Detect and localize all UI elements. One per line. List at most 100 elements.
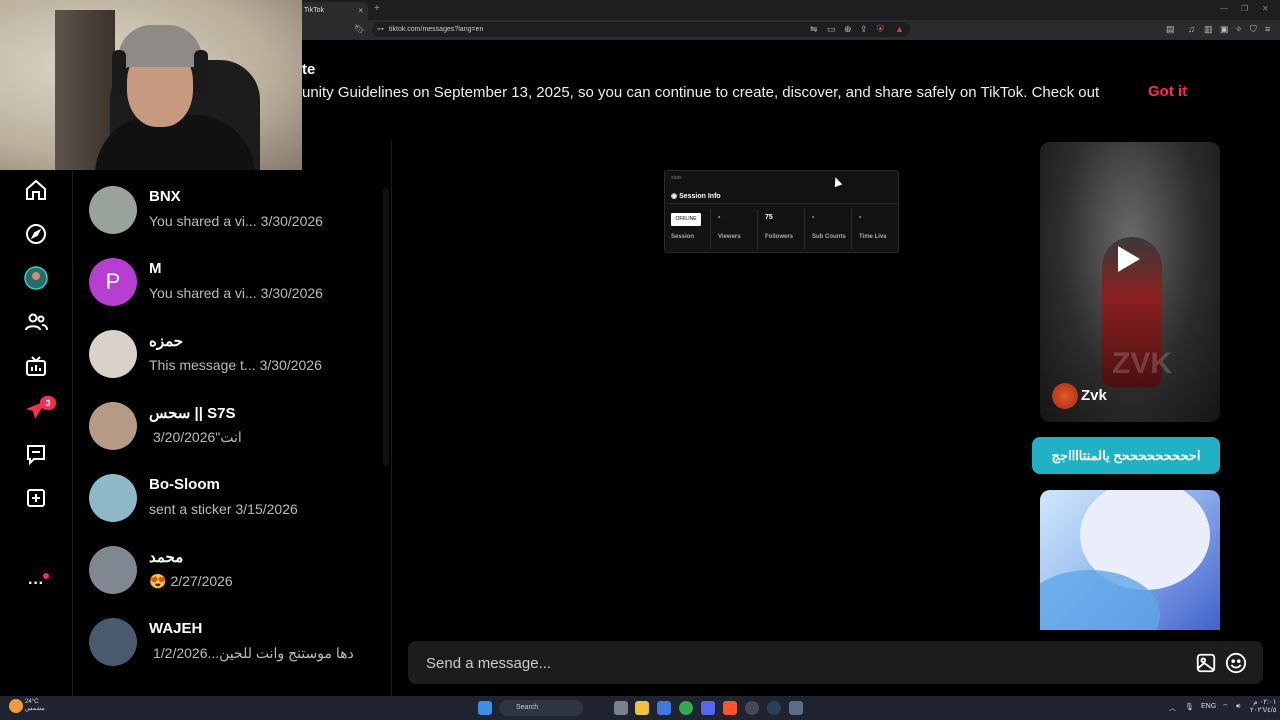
tray-chevron-icon[interactable]: ︿ bbox=[1169, 703, 1176, 713]
brave-rewards-icon[interactable]: ▲ bbox=[895, 24, 904, 34]
tab-title: TikTok bbox=[304, 7, 324, 14]
shared-video-card[interactable]: ZVK Zvk bbox=[1040, 142, 1220, 422]
share-icon[interactable]: ⇪ bbox=[860, 24, 868, 35]
stat-column: - Viewers bbox=[713, 209, 758, 249]
start-icon[interactable] bbox=[478, 701, 492, 715]
preview-text: انت" bbox=[215, 429, 242, 445]
avatar bbox=[89, 474, 137, 522]
preview-text: This message t... bbox=[149, 357, 256, 373]
conversation-preview: sent a sticker 3/15/2026 bbox=[149, 501, 298, 517]
conversation-item[interactable]: WAJEH دها موستنج وانت للحين...1/2/2026 bbox=[88, 614, 378, 670]
sticker-image[interactable] bbox=[1040, 490, 1220, 630]
stats-header-text: Session Info bbox=[679, 193, 721, 200]
brave-shield-icon[interactable]: ⛨ bbox=[877, 24, 884, 35]
obs-icon[interactable] bbox=[745, 701, 759, 715]
emoji-icon[interactable] bbox=[1225, 652, 1247, 674]
play-icon[interactable] bbox=[1118, 246, 1140, 272]
more-notification-dot bbox=[43, 573, 49, 579]
store-icon[interactable] bbox=[657, 701, 671, 715]
image-upload-icon[interactable] bbox=[1195, 652, 1217, 674]
stat-value: - bbox=[812, 214, 815, 221]
weather-text: 24°C مشمس bbox=[25, 699, 45, 713]
brave-icon[interactable] bbox=[723, 701, 737, 715]
stat-key: Session bbox=[671, 234, 695, 240]
vpn-icon[interactable]: ⛉ bbox=[1250, 24, 1257, 35]
file-explorer-icon[interactable] bbox=[635, 701, 649, 715]
translate-icon[interactable]: ⇋ bbox=[810, 24, 818, 35]
conversation-preview: You shared a vi... 3/30/2026 bbox=[149, 285, 323, 301]
tab-close-icon[interactable]: × bbox=[358, 6, 363, 15]
new-tab-button[interactable]: + bbox=[374, 3, 380, 14]
menu-icon[interactable]: ≡ bbox=[1265, 24, 1270, 34]
sidebar-toggle-icon[interactable]: ▤ bbox=[1166, 24, 1175, 35]
conversation-date: 2/27/2026 bbox=[170, 573, 233, 589]
media-icon[interactable]: ♫ bbox=[1188, 24, 1195, 34]
stat-key: Sub Counts bbox=[812, 234, 846, 240]
profile-avatar-icon[interactable] bbox=[22, 264, 50, 292]
language-indicator[interactable]: ENG bbox=[1201, 703, 1216, 710]
conversation-name: BNX bbox=[149, 188, 181, 205]
close-window-icon[interactable]: ✕ bbox=[1262, 4, 1269, 13]
search-label: Search bbox=[516, 704, 539, 711]
video-watermark: ZVK bbox=[1112, 347, 1172, 380]
conversation-item[interactable]: BNX You shared a vi... 3/30/2026 bbox=[88, 182, 378, 238]
following-icon[interactable] bbox=[22, 308, 50, 336]
got-it-button[interactable]: Got it bbox=[1148, 83, 1187, 100]
live-icon[interactable] bbox=[22, 352, 50, 380]
network-icon[interactable]: ⌔ bbox=[1222, 703, 1229, 712]
conversation-name: WAJEH bbox=[149, 620, 203, 637]
bookmark-icon[interactable]: 🔖︎ bbox=[354, 24, 365, 35]
minimize-icon[interactable]: — bbox=[1220, 4, 1228, 13]
message-placeholder: Send a message... bbox=[426, 655, 552, 672]
site-info-icon[interactable]: ⊶ bbox=[377, 25, 384, 33]
conversation-date: 1/2/2026 bbox=[153, 645, 208, 661]
stats-header: ◉ Session Info bbox=[671, 193, 721, 200]
home-icon[interactable] bbox=[22, 176, 50, 204]
volume-icon[interactable]: 🔊︎ bbox=[1236, 703, 1240, 711]
task-view-icon[interactable] bbox=[614, 701, 628, 715]
conversation-list-scrollbar[interactable] bbox=[383, 188, 389, 466]
clock[interactable]: ٠٢:٠١ م ٢٠٢٦/٤/٥ bbox=[1250, 699, 1276, 715]
conversation-date: 3/30/2026 bbox=[260, 213, 323, 229]
conversation-name: سحس || S7S bbox=[149, 405, 236, 422]
message-input[interactable]: Send a message... bbox=[408, 641, 1263, 684]
explore-icon[interactable] bbox=[22, 220, 50, 248]
upload-icon[interactable] bbox=[22, 484, 50, 512]
conversation-item[interactable]: Bo-Sloom sent a sticker 3/15/2026 bbox=[88, 470, 378, 526]
extensions-icon[interactable]: ✧ bbox=[1235, 24, 1243, 35]
messages-icon[interactable] bbox=[22, 440, 50, 468]
nav-divider bbox=[72, 170, 73, 696]
stat-column: - Time Live bbox=[854, 209, 898, 249]
conversation-item[interactable]: P M You shared a vi... 3/30/2026 bbox=[88, 254, 378, 310]
weather-temp: 24°C bbox=[25, 699, 39, 705]
steam-icon[interactable] bbox=[767, 701, 781, 715]
avatar: P bbox=[89, 258, 137, 306]
conversation-date: 3/20/2026 bbox=[153, 429, 216, 445]
weather-desc: مشمس bbox=[25, 706, 45, 712]
conversation-item[interactable]: محمد 😍 2/27/2026 bbox=[88, 542, 378, 598]
chrome-icon[interactable] bbox=[679, 701, 693, 715]
zoom-icon[interactable]: ⊕ bbox=[844, 24, 852, 35]
wallet-icon[interactable]: ▣ bbox=[1220, 24, 1229, 35]
conversation-preview: This message t... 3/30/2026 bbox=[149, 357, 322, 373]
conversation-item[interactable]: سحس || S7S انت"3/20/2026 bbox=[88, 398, 378, 454]
banner-title: te bbox=[302, 61, 316, 78]
message-bubble: احححححححححح يالمنتااااجج bbox=[1032, 437, 1220, 474]
pane-divider bbox=[391, 140, 392, 696]
weather-icon[interactable] bbox=[9, 699, 23, 713]
conversation-item[interactable]: حمزه This message t... 3/30/2026 bbox=[88, 326, 378, 382]
app-icon[interactable] bbox=[789, 701, 803, 715]
reading-list-icon[interactable]: ▥ bbox=[1204, 24, 1213, 35]
conversation-preview: دها موستنج وانت للحين...1/2/2026 bbox=[149, 645, 354, 662]
restore-icon[interactable]: ❐ bbox=[1241, 4, 1248, 13]
preview-text: You shared a vi... bbox=[149, 213, 257, 229]
microphone-icon[interactable]: 🎙︎ bbox=[1185, 703, 1194, 711]
author-avatar bbox=[1052, 383, 1078, 409]
discord-icon[interactable] bbox=[701, 701, 715, 715]
taskbar-search[interactable]: Search bbox=[499, 700, 583, 716]
stat-column: 75 Followers bbox=[760, 209, 805, 249]
cast-icon[interactable]: ▭ bbox=[827, 24, 836, 35]
stat-value: - bbox=[718, 214, 721, 221]
conversation-name: حمزه bbox=[149, 333, 184, 350]
browser-tab-tiktok[interactable]: TikTok × bbox=[300, 2, 368, 20]
